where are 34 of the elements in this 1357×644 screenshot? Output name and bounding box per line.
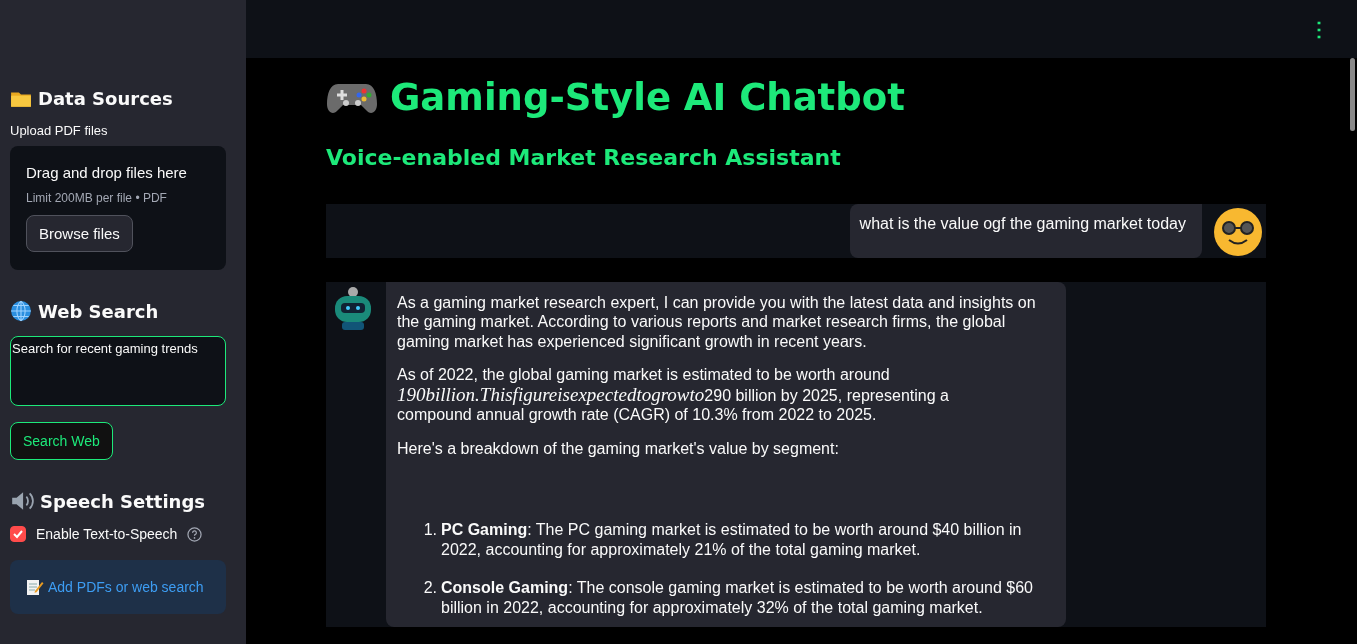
section-heading: Data Sources [38,88,173,109]
memo-icon [26,578,44,596]
globe-icon [10,300,32,322]
list-number: 2. [422,578,437,598]
math-text: 190billion.Thisfigureisexpectedtogrowto [397,384,705,404]
page-title: Gaming-Style AI Chatbot [390,76,905,119]
dropzone-title: Drag and drop files here [26,164,187,181]
file-dropzone[interactable]: Drag and drop files here Limit 200MB per file • PDF Browse files [10,146,226,270]
field-label: Upload PDF files [10,123,109,138]
list-item-text: Console Gaming: The console gaming market is estimated to be worth around $60 billion in 2022, accounting for approximately 32% of the total gaming market. [441,578,1034,617]
message-text: compound annual growth rate (CAGR) of 10.3% from 2022 to 2025. [397,405,878,425]
message-text: As of 2022, the global gaming market is estimated to be worth around [397,365,891,385]
speaker-icon [10,490,34,512]
dropzone-hint: Limit 200MB per file • PDF [26,191,167,205]
search-web-button[interactable]: Search Web [10,422,113,460]
checkbox-label: Enable Text-to-Speech [36,526,178,542]
section-heading: Web Search [38,300,159,322]
scrollbar-thumb[interactable] [1350,58,1355,131]
message-text: 290 billion by 2025, representing a [704,385,949,404]
help-icon[interactable] [187,526,203,542]
message-text: As a gaming market research expert, I can provide you with the latest data and insights on the gaming market. According to various reports and market research firms, the global gaming market has experienced significant growth in recent years. [397,293,1036,350]
page-subtitle: Voice-enabled Market Research Assistant [326,145,842,170]
info-text: Add PDFs or web search [48,579,204,595]
message-text: what is the value ogf the gaming market today [859,215,1186,232]
browse-files-button[interactable]: Browse files [26,215,133,252]
search-field[interactable]: Search for recent gaming trends [10,336,226,406]
robot-avatar-icon [332,285,374,332]
list-number: 1. [422,520,437,540]
smiley-avatar-icon [1214,208,1262,256]
message-text: Here's a breakdown of the gaming market's value by segment: [397,439,839,457]
menu-button[interactable]: ⋮ [1305,17,1333,41]
checkbox[interactable] [10,526,26,542]
list-item-text: PC Gaming: The PC gaming market is estimated to be worth around $40 billion in 2022, accounting for approximately 21% of the total gaming market. [441,520,1023,559]
section-heading: Speech Settings [40,490,205,512]
